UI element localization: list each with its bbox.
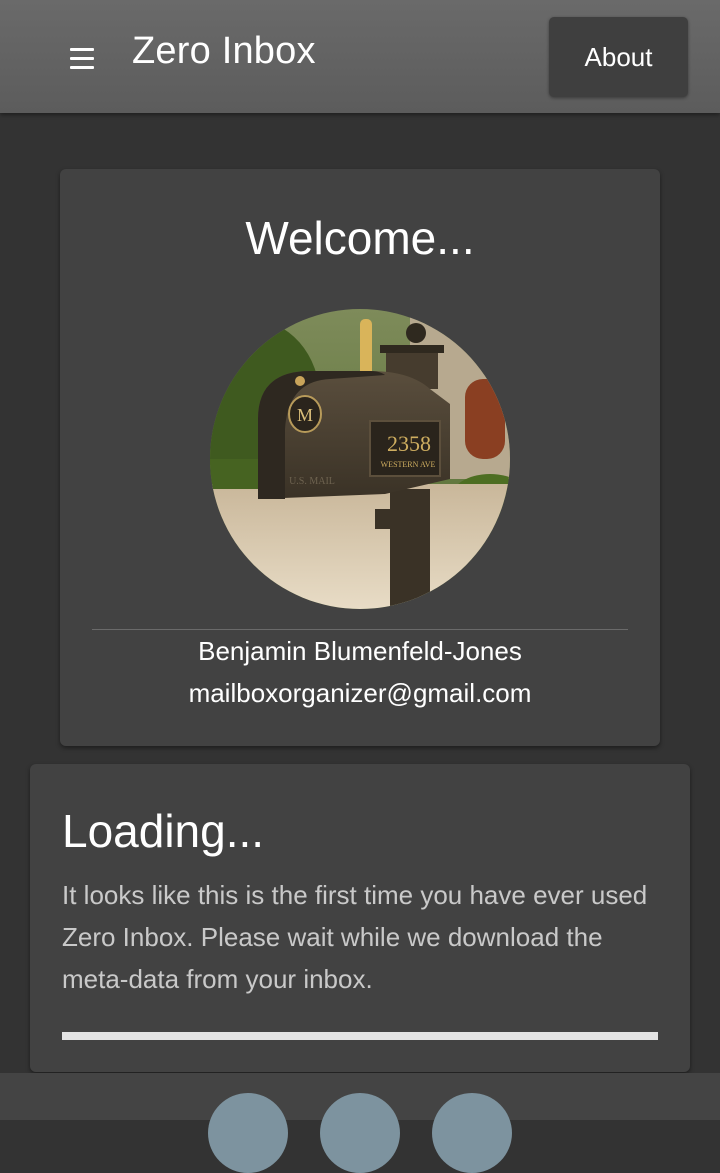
nav-button-3[interactable] xyxy=(432,1093,512,1173)
profile-avatar: M 2358 WESTERN AVE U.S. MAIL xyxy=(210,309,510,609)
mailbox-monogram: M xyxy=(297,405,313,425)
app-title: Zero Inbox xyxy=(132,30,316,72)
mailbox-brand: U.S. MAIL xyxy=(289,476,335,487)
app-header: Zero Inbox About xyxy=(0,0,720,113)
mailbox-number: 2358 xyxy=(387,431,431,456)
nav-button-1[interactable] xyxy=(208,1093,288,1173)
mailbox-photo: M 2358 WESTERN AVE U.S. MAIL xyxy=(210,309,510,609)
welcome-card: Welcome... M 2358 WESTERN AVE U.S. MAIL … xyxy=(60,169,660,746)
user-email: mailboxorganizer@gmail.com xyxy=(188,678,532,708)
divider xyxy=(92,629,628,630)
welcome-title: Welcome... xyxy=(245,212,475,264)
mailbox-street: WESTERN AVE xyxy=(381,460,436,469)
about-button[interactable]: About xyxy=(549,17,688,97)
hamburger-menu-icon[interactable] xyxy=(60,38,104,78)
loading-message: It looks like this is the first time you… xyxy=(62,880,648,994)
loading-card: Loading... It looks like this is the fir… xyxy=(30,764,690,1072)
loading-title: Loading... xyxy=(62,805,265,857)
nav-button-2[interactable] xyxy=(320,1093,400,1173)
user-name: Benjamin Blumenfeld-Jones xyxy=(198,636,522,666)
progress-bar xyxy=(62,1032,658,1040)
progress-bar-fill xyxy=(62,1032,658,1040)
